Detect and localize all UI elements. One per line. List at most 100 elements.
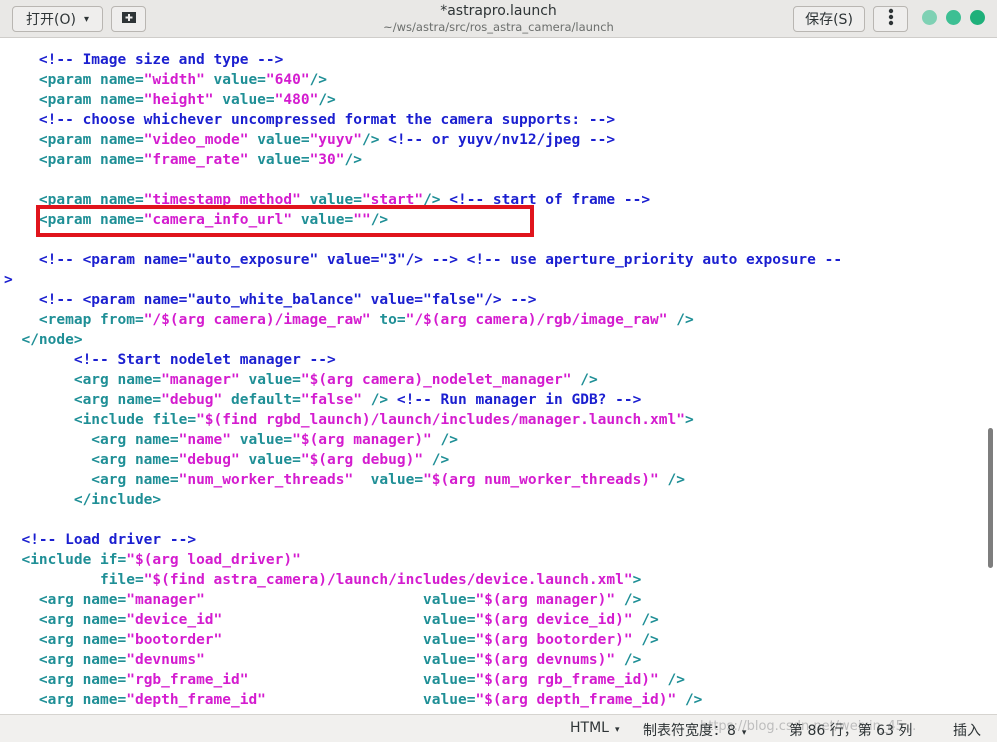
- open-button[interactable]: 打开(O) ▾: [12, 6, 103, 32]
- code-line: <param name="height" value="480"/>: [4, 90, 842, 110]
- code-token: "height": [143, 92, 223, 108]
- code-line: <arg name="debug" default="false" /> <!-…: [4, 390, 842, 410]
- code-token: "manager": [126, 592, 424, 608]
- code-token: "name": [178, 432, 240, 448]
- code-token: <arg: [4, 372, 118, 388]
- code-token: "30": [309, 152, 345, 168]
- code-token: name=: [82, 692, 127, 708]
- code-token: <!-- Image size and type -->: [4, 52, 284, 68]
- insert-mode[interactable]: 插入: [953, 720, 981, 740]
- language-selector[interactable]: HTML ▾: [570, 720, 620, 736]
- status-bar: https://blog.csdn.net/weixin_45... HTML ▾…: [0, 714, 997, 742]
- chevron-down-icon: ▾: [741, 728, 747, 738]
- code-token: default=: [231, 392, 301, 408]
- code-token: "640": [265, 72, 310, 88]
- text-editor[interactable]: <!-- Image size and type --> <param name…: [0, 38, 997, 714]
- code-line: <arg name="bootorder" value="$(arg booto…: [4, 630, 842, 650]
- code-token: />: [580, 372, 598, 388]
- code-token: name=: [100, 132, 144, 148]
- code-token: >: [684, 412, 694, 428]
- code-token: <!-- Start nodelet manager -->: [4, 352, 336, 368]
- code-line: <arg name="num_worker_threads" value="$(…: [4, 470, 842, 490]
- code-view[interactable]: <!-- Image size and type --> <param name…: [4, 50, 842, 710]
- code-token: </node>: [4, 332, 83, 348]
- code-line: <param name="frame_rate" value="30"/>: [4, 150, 842, 170]
- code-token: />: [431, 452, 450, 468]
- code-token: "yuyv": [309, 132, 362, 148]
- code-token: value=: [239, 432, 293, 448]
- code-token: file=: [4, 572, 144, 588]
- new-tab-button[interactable]: [111, 6, 146, 32]
- code-token: <param: [4, 92, 101, 108]
- code-line: file="$(find astra_camera)/launch/includ…: [4, 570, 842, 590]
- code-line: <!-- Image size and type -->: [4, 50, 842, 70]
- minimize-button[interactable]: [922, 10, 937, 25]
- code-line: <arg name="debug" value="$(arg debug)" /…: [4, 450, 842, 470]
- window-title-area: *astrapro.launch ~/ws/astra/src/ros_astr…: [330, 2, 667, 35]
- code-line: <arg name="devnums" value="$(arg devnums…: [4, 650, 842, 670]
- code-token: file=: [152, 412, 197, 428]
- code-line: <arg name="depth_frame_id" value="$(arg …: [4, 690, 842, 710]
- code-token: value=: [423, 692, 476, 708]
- code-token: <arg: [4, 592, 83, 608]
- code-token: name=: [82, 612, 127, 628]
- close-button[interactable]: [970, 10, 985, 25]
- code-token: />: [684, 692, 703, 708]
- code-token: <arg: [4, 392, 118, 408]
- window-title: *astrapro.launch: [440, 3, 557, 19]
- code-token: value=: [370, 472, 424, 488]
- code-token: "$(arg rgb_frame_id)": [475, 672, 668, 688]
- code-token: />: [318, 92, 336, 108]
- code-token: <!-- or yuyv/nv12/jpeg -->: [388, 132, 616, 148]
- code-token: name=: [82, 592, 127, 608]
- code-token: />: [361, 132, 389, 148]
- code-token: <param: [4, 72, 101, 88]
- code-line: <!-- Load driver -->: [4, 530, 842, 550]
- code-token: value=: [423, 672, 476, 688]
- code-line: <arg name="name" value="$(arg manager)" …: [4, 430, 842, 450]
- code-token: <param: [4, 132, 101, 148]
- cursor-position-label: 第 86 行，第 63 列: [789, 723, 913, 739]
- maximize-button[interactable]: [946, 10, 961, 25]
- code-token: "devnums": [126, 652, 424, 668]
- code-line: <arg name="rgb_frame_id" value="$(arg rg…: [4, 670, 842, 690]
- code-token: value=: [423, 652, 476, 668]
- code-token: >: [4, 272, 13, 288]
- new-tab-icon: [121, 10, 137, 28]
- code-token: <arg: [4, 432, 135, 448]
- code-token: name=: [117, 372, 162, 388]
- code-token: "num_worker_threads": [178, 472, 371, 488]
- code-token: "$(arg camera)_nodelet_manager": [300, 372, 581, 388]
- code-line: <param name="width" value="640"/>: [4, 70, 842, 90]
- code-line: <!-- <param name="auto_exposure" value="…: [4, 250, 842, 270]
- code-token: name=: [82, 632, 127, 648]
- code-token: />: [667, 472, 685, 488]
- tab-width-label: 制表符宽度：8: [643, 723, 736, 739]
- code-line: <arg name="manager" value="$(arg manager…: [4, 590, 842, 610]
- code-token: name=: [100, 92, 144, 108]
- code-token: "debug": [178, 452, 249, 468]
- vertical-scrollbar[interactable]: [988, 428, 993, 568]
- code-token: "width": [143, 72, 214, 88]
- code-token: <!-- <param name="auto_exposure" value="…: [4, 252, 843, 268]
- code-token: />: [641, 612, 659, 628]
- language-label: HTML: [570, 720, 609, 736]
- code-token: name=: [134, 432, 179, 448]
- code-token: "bootorder": [126, 632, 424, 648]
- code-token: <!-- <param name="auto_white_balance" va…: [4, 292, 537, 308]
- code-token: <arg: [4, 612, 83, 628]
- code-token: "$(find astra_camera)/launch/includes/de…: [143, 572, 633, 588]
- code-line: <include if="$(arg load_driver)": [4, 550, 842, 570]
- menu-button[interactable]: [873, 6, 908, 32]
- code-token: <!-- Run manager in GDB? -->: [396, 392, 642, 408]
- code-token: "false": [300, 392, 371, 408]
- code-token: <!-- Load driver -->: [4, 532, 197, 548]
- cursor-position[interactable]: 第 86 行，第 63 列: [789, 720, 912, 740]
- tab-width-selector[interactable]: 制表符宽度：8 ▾: [643, 720, 746, 740]
- code-token: "debug": [161, 392, 231, 408]
- code-token: "frame_rate": [143, 152, 258, 168]
- code-token: value=: [257, 152, 310, 168]
- save-button[interactable]: 保存(S): [793, 6, 865, 32]
- insert-mode-label: 插入: [953, 723, 981, 739]
